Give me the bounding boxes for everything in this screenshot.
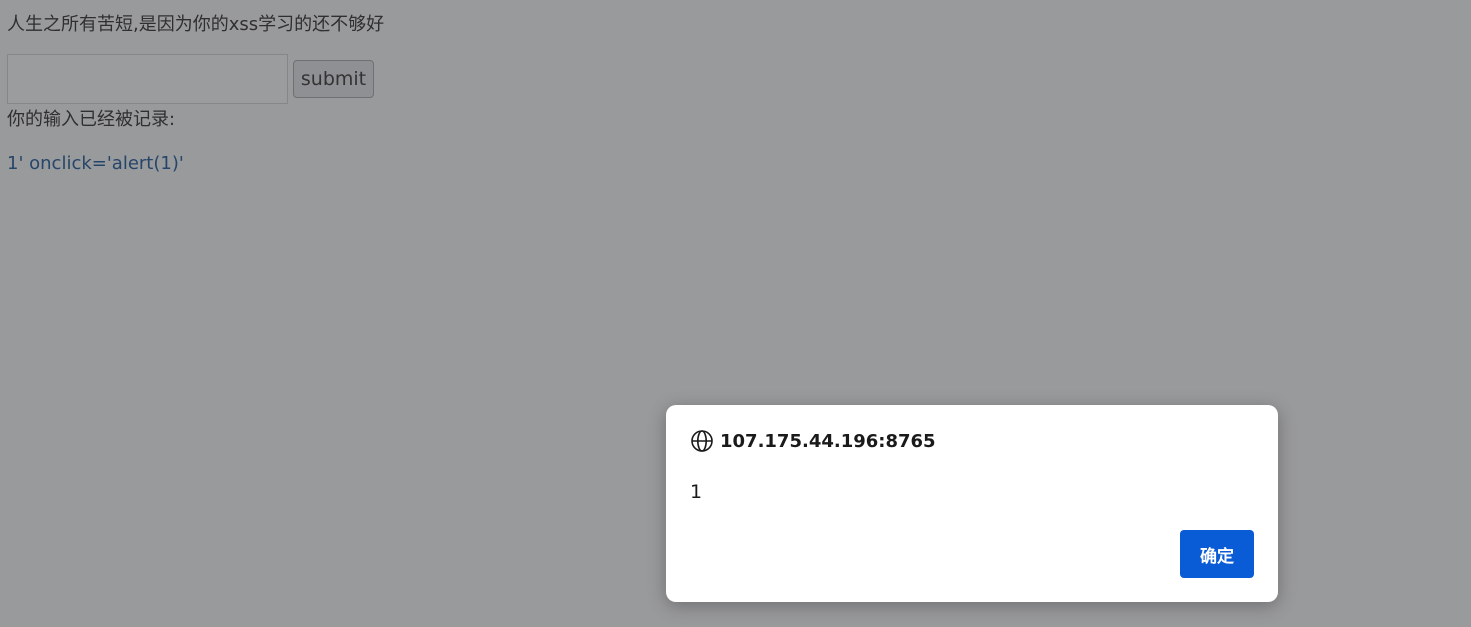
dialog-header: 107.175.44.196:8765 <box>690 429 936 453</box>
dialog-message: 1 <box>690 481 703 503</box>
text-input[interactable] <box>7 54 288 104</box>
recorded-label: 你的输入已经被记录: <box>7 109 176 130</box>
recorded-input-value[interactable]: 1' onclick='alert(1)' <box>7 151 184 177</box>
dialog-origin: 107.175.44.196:8765 <box>720 430 936 452</box>
alert-dialog: 107.175.44.196:8765 1 确定 <box>666 405 1278 602</box>
page-title: 人生之所有苦短,是因为你的xss学习的还不够好 <box>7 14 385 35</box>
submit-button[interactable]: submit <box>293 60 374 98</box>
globe-icon <box>690 429 714 453</box>
ok-button[interactable]: 确定 <box>1180 530 1254 578</box>
